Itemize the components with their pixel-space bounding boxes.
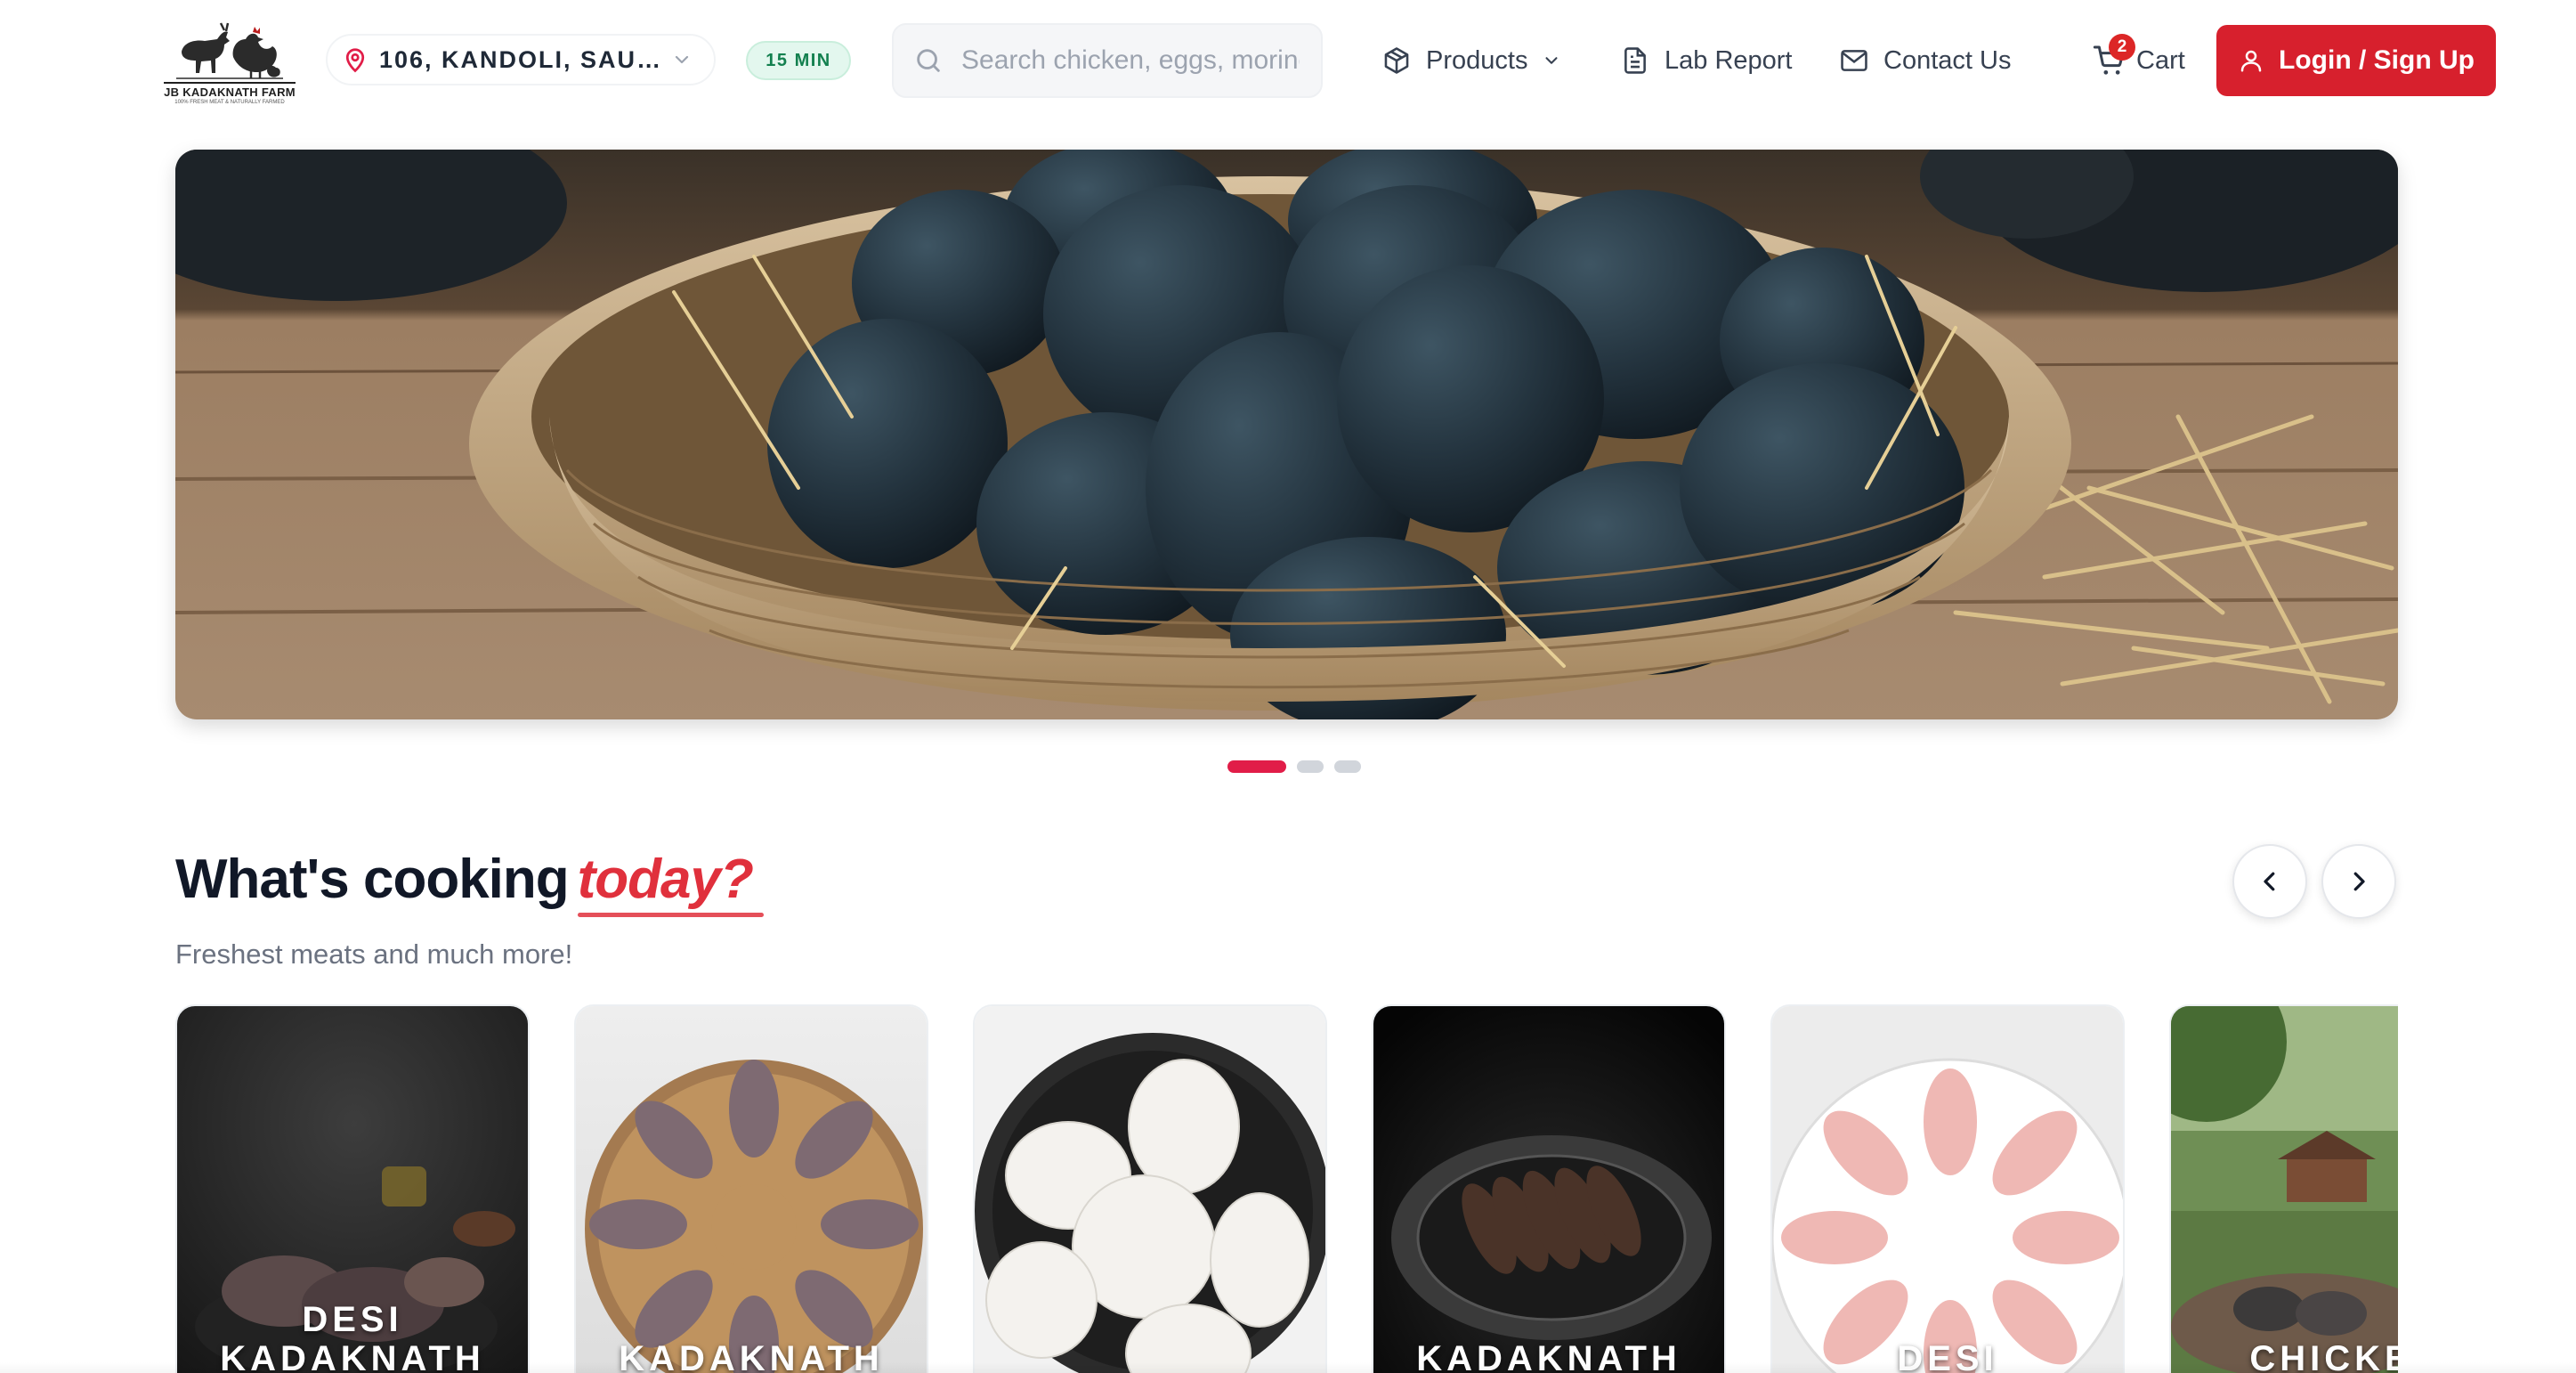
carousel-next-button[interactable] [2321,844,2396,919]
cart-count-badge: 2 [2109,34,2135,61]
login-signup-label: Login / Sign Up [2279,45,2475,75]
category-label-line1: DESI [302,1300,403,1339]
chevron-left-icon [2264,872,2275,891]
chevron-down-icon [675,55,689,64]
location-selector[interactable]: 106, KANDOLI, SAUNDRA, DEHRADUN [326,34,716,85]
category-label-line2: KADAKNATH [220,1339,485,1373]
chevron-down-icon [1545,57,1558,64]
category-card-chicken-farm[interactable]: CHICKEN [2169,1004,2398,1373]
category-card-desi-chicken[interactable]: DESI [1770,1004,2125,1373]
category-label-line1: KADAKNATH [619,1339,884,1373]
section-title-accent: today? [577,849,754,910]
category-card-kadaknath-drumsticks[interactable]: KADAKNATH [574,1004,928,1373]
cart-label: Cart [2136,45,2185,75]
chevron-right-icon [2353,872,2365,891]
cart-button[interactable]: 2 Cart [2092,34,2185,85]
sliced-kadaknath-plate-image [1373,1006,1724,1373]
package-icon [1384,47,1409,74]
cart-icon: 2 [2092,34,2135,78]
section-subtitle: Freshest meats and much more! [175,938,573,970]
map-pin-icon [340,45,370,75]
farm-chicken-image [2171,1006,2398,1373]
section-title-main: What's cooking [175,849,570,910]
nav-products[interactable]: Products [1381,36,1561,85]
category-card-eggs[interactable] [973,1004,1327,1373]
hero-carousel-dots [0,760,2576,773]
category-label-line1: DESI [1897,1339,1998,1373]
mail-icon [1841,50,1867,71]
carousel-dot-3[interactable] [1334,760,1361,773]
category-carousel: DESI KADAKNATH KADAKNATH KADAKNATH DESI … [175,1004,2398,1373]
document-icon [1624,47,1646,74]
nav-contact-us-label: Contact Us [1883,45,2012,75]
brand-name: JB KADAKNATH FARM [164,82,296,99]
search-bar[interactable] [892,23,1323,98]
nav-products-label: Products [1426,45,1528,75]
hero-eggs-basket-image [175,150,2398,719]
category-label-line1: KADAKNATH [1416,1339,1681,1373]
nav-lab-report[interactable]: Lab Report [1620,36,1793,85]
carousel-dot-1[interactable] [1227,760,1286,773]
white-eggs-bowl-image [975,1006,1325,1373]
category-card-kadaknath-cooked[interactable]: KADAKNATH [1372,1004,1726,1373]
search-input[interactable] [961,45,1300,76]
location-address: 106, KANDOLI, SAUNDRA, DEHRADUN [379,45,664,73]
farm-animals-icon [176,22,283,79]
brand-tagline: 100% FRESH MEAT & NATURALLY FARMED [174,100,285,105]
nav-lab-report-label: Lab Report [1665,45,1793,75]
kadaknath-drumsticks-image [576,1006,927,1373]
search-icon [917,49,940,72]
nav-contact-us[interactable]: Contact Us [1839,36,2011,85]
carousel-prev-button[interactable] [2232,844,2307,919]
category-card-desi-kadaknath[interactable]: DESI KADAKNATH [175,1004,530,1373]
delivery-eta-badge: 15 MIN [746,41,851,80]
brand-logo[interactable]: JB KADAKNATH FARM 100% FRESH MEAT & NATU… [164,12,296,107]
top-header: JB KADAKNATH FARM 100% FRESH MEAT & NATU… [0,0,2576,123]
category-label-line1: CHICKEN [2249,1339,2398,1373]
hero-banner[interactable] [175,150,2398,719]
carousel-dot-2[interactable] [1297,760,1324,773]
section-title: What's cooking today? [175,848,754,911]
user-icon [2240,50,2262,72]
raw-chicken-legs-plate-image [1772,1006,2123,1373]
login-signup-button[interactable]: Login / Sign Up [2216,25,2496,96]
